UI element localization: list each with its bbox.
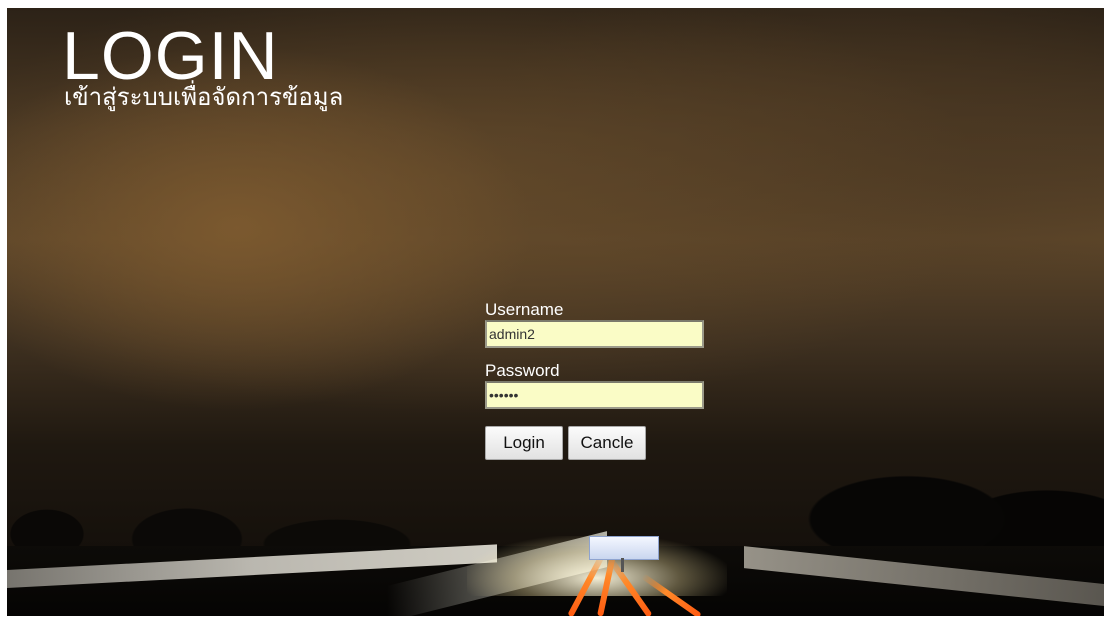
road-sign — [589, 536, 659, 560]
page-title: LOGIN — [62, 18, 279, 94]
login-button[interactable]: Login — [485, 426, 563, 460]
username-label: Username — [485, 300, 564, 319]
cancel-button[interactable]: Cancle — [568, 426, 646, 460]
header: LOGIN เข้าสู่ระบบเพื่อจัดการข้อมูล — [62, 22, 343, 112]
login-form: Username Password Login Cancle — [485, 301, 725, 460]
page-frame: LOGIN เข้าสู่ระบบเพื่อจัดการข้อมูล Usern… — [7, 8, 1104, 616]
password-input[interactable] — [485, 381, 704, 409]
page-subtitle: เข้าสู่ระบบเพื่อจัดการข้อมูล — [64, 84, 344, 111]
button-row: Login Cancle — [485, 426, 725, 460]
password-label: Password — [485, 361, 560, 380]
road-sign-post — [621, 558, 624, 572]
username-input[interactable] — [485, 320, 704, 348]
